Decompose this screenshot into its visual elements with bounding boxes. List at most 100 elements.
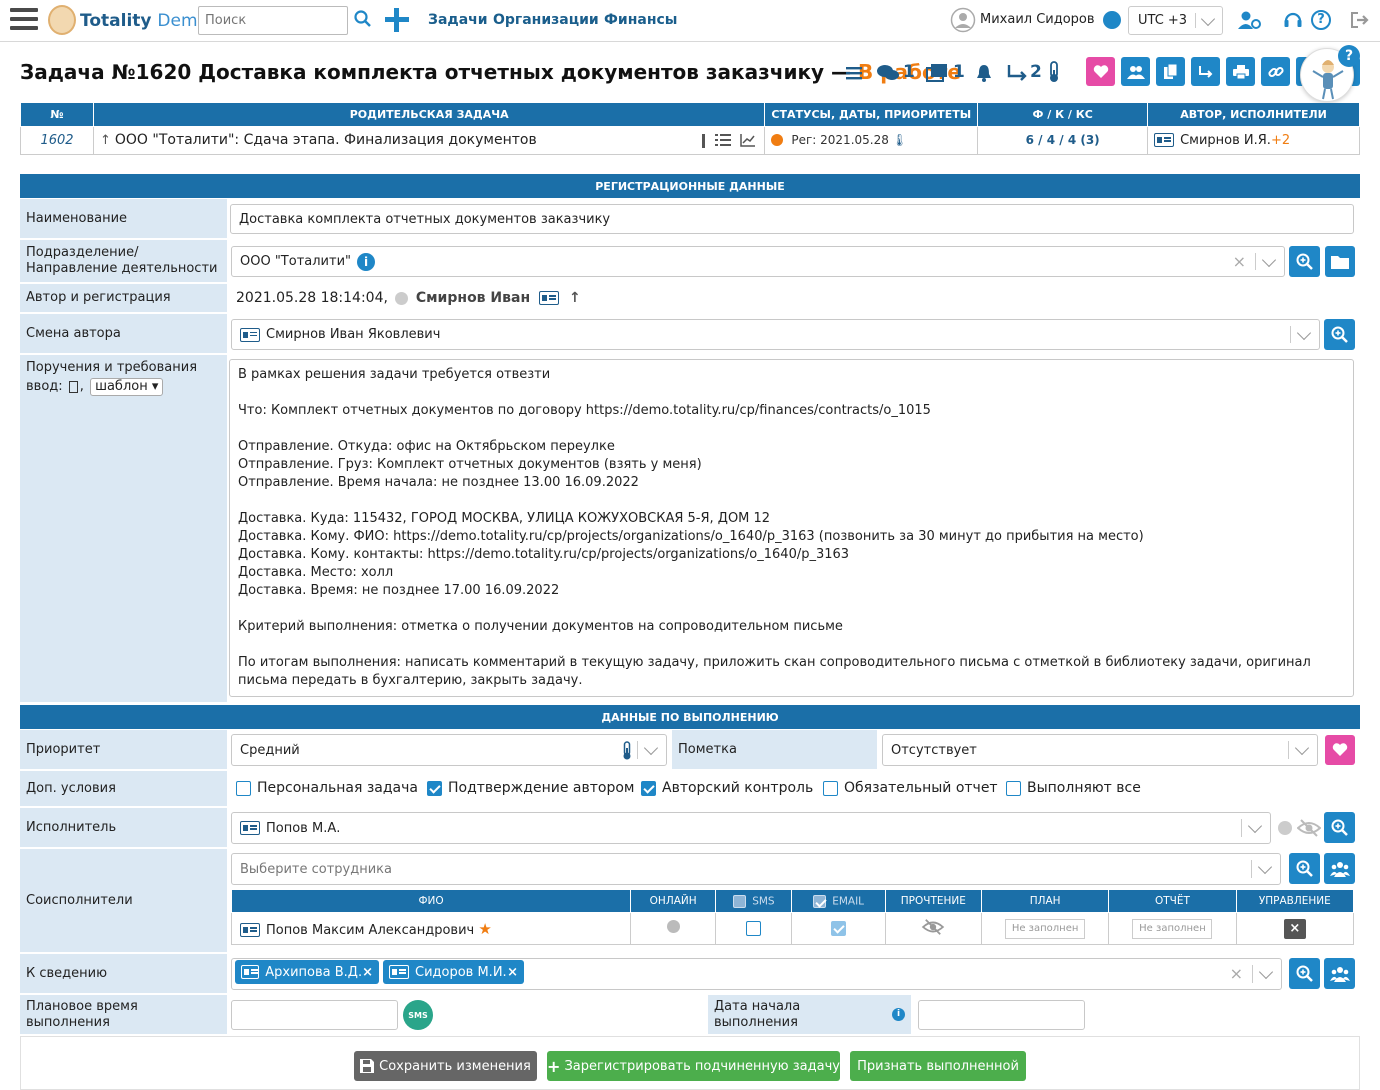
checkbox[interactable] (733, 894, 747, 908)
mark-select[interactable]: Отсутствует (882, 734, 1318, 766)
priority-select[interactable]: Средний (231, 734, 667, 766)
assistant-help-icon[interactable]: ? (1338, 45, 1360, 67)
checkbox[interactable] (831, 921, 847, 936)
author-short[interactable]: Смирнов И.Я. (1180, 133, 1271, 148)
condition-personal[interactable]: Персональная задача (236, 780, 418, 796)
checkbox[interactable] (427, 780, 442, 796)
timezone-select[interactable]: UTC +3 (1128, 6, 1223, 35)
info-search-button[interactable] (1289, 958, 1320, 989)
nav-tasks[interactable]: Задачи (428, 12, 488, 28)
coexecutor-group-button[interactable] (1324, 853, 1355, 884)
remove-button[interactable]: × (1283, 918, 1306, 939)
bell-icon[interactable] (974, 63, 994, 83)
globe-icon[interactable] (1103, 11, 1121, 29)
checkbox[interactable] (641, 780, 656, 796)
register-subtask-button[interactable]: + Зарегистрировать подчиненную задачу (547, 1051, 840, 1081)
remove-tag-icon[interactable]: × (362, 965, 373, 980)
co-name[interactable]: Попов Максим Александрович (266, 923, 474, 938)
brand[interactable]: Totality Demo (80, 11, 208, 31)
search-icon[interactable] (354, 10, 372, 28)
subtasks-icon[interactable] (925, 63, 949, 83)
nav-organizations[interactable]: Организации (493, 12, 599, 28)
checkbox[interactable] (1006, 780, 1021, 796)
add-icon[interactable] (384, 7, 410, 33)
support-icon[interactable] (1283, 10, 1303, 30)
start-date-input[interactable] (918, 1000, 1085, 1030)
comments-count[interactable]: 1 (903, 62, 915, 82)
checkbox[interactable] (823, 780, 838, 796)
info-tag[interactable]: Сидоров М.И. × (383, 960, 524, 984)
user-name[interactable]: Михаил Сидоров (980, 12, 1095, 27)
info-icon[interactable]: i (892, 1008, 905, 1021)
redirects-count[interactable]: 2 (1030, 62, 1042, 82)
info-tag-label: Архипова В.Д. (265, 964, 363, 980)
chart-icon[interactable] (740, 133, 756, 147)
info-icon[interactable]: i (357, 252, 376, 271)
print-button[interactable] (1226, 57, 1255, 86)
checkbox[interactable] (813, 894, 827, 908)
plan-input[interactable]: Не заполнен (1005, 918, 1086, 939)
complete-label: Признать выполненной (857, 1058, 1019, 1074)
user-settings-icon[interactable] (1237, 10, 1261, 30)
division-search-button[interactable] (1289, 246, 1320, 277)
list-icon[interactable] (715, 133, 732, 147)
coexecutor-select[interactable]: Выберите сотрудника (231, 853, 1281, 885)
menu-icon[interactable] (10, 8, 38, 32)
fkks-value[interactable]: 6 / 4 / 4 (3) (977, 125, 1149, 155)
plan-time-input[interactable] (231, 1000, 398, 1030)
checkbox[interactable] (236, 780, 251, 796)
executor-select[interactable]: Попов М.А. (231, 812, 1271, 844)
save-button[interactable]: Сохранить изменения (354, 1051, 537, 1081)
redirect-icon[interactable] (1007, 64, 1029, 82)
contact-card-icon[interactable] (240, 923, 260, 937)
logout-icon[interactable] (1350, 11, 1370, 29)
remove-tag-icon[interactable]: × (507, 965, 518, 980)
forward-button[interactable] (1191, 57, 1220, 86)
name-input[interactable]: Доставка комплекта отчетных документов з… (230, 204, 1354, 234)
up-arrow-icon[interactable]: ↑ (569, 290, 581, 306)
participants-button[interactable] (1121, 57, 1150, 86)
author-extra[interactable]: +2 (1271, 133, 1290, 148)
comments-icon[interactable] (876, 64, 900, 82)
coexecutor-search-button[interactable] (1289, 853, 1320, 884)
division-folder-button[interactable] (1325, 246, 1355, 277)
clear-icon[interactable]: × (1230, 964, 1243, 983)
report-input[interactable]: Не заполнен (1132, 918, 1213, 939)
template-select[interactable]: шаблон ▾ (90, 378, 164, 396)
list-menu-icon[interactable] (846, 65, 862, 81)
condition-author-confirm[interactable]: Подтверждение автором (427, 780, 634, 796)
mark-favorite-button[interactable] (1325, 735, 1355, 765)
division-select[interactable]: ООО "Тоталити" i × (231, 246, 1285, 277)
copy-button[interactable] (1156, 57, 1185, 86)
executor-search-button[interactable] (1324, 812, 1355, 843)
help-icon[interactable]: ? (1311, 10, 1331, 30)
info-tag[interactable]: Архипова В.Д. × (235, 960, 379, 984)
author-full-name[interactable]: Смирнов Иван (416, 290, 530, 306)
contact-card-icon[interactable] (538, 291, 559, 305)
search-input[interactable] (198, 6, 348, 35)
instructions-textarea[interactable]: В рамках решения задачи требуется отвезт… (229, 359, 1354, 697)
parent-task-name[interactable]: ООО "Тоталити": Сдача этапа. Финализация… (115, 132, 537, 148)
condition-all-execute[interactable]: Выполняют все (1006, 780, 1141, 796)
change-author-search-button[interactable] (1324, 319, 1355, 350)
info-icon[interactable] (702, 133, 706, 148)
favorite-button[interactable] (1086, 57, 1115, 86)
checkbox[interactable] (746, 921, 762, 936)
thermometer-icon[interactable] (1048, 61, 1060, 83)
link-button[interactable] (1261, 57, 1290, 86)
sms-icon-label: SMS (408, 1010, 428, 1020)
condition-author-control[interactable]: Авторский контроль (641, 780, 813, 796)
nav-finances[interactable]: Финансы (604, 12, 677, 28)
condition-label: Выполняют все (1027, 780, 1141, 796)
clear-icon[interactable]: × (1233, 252, 1246, 271)
condition-required-report[interactable]: Обязательный отчет (823, 780, 998, 796)
sms-icon[interactable]: SMS (403, 1000, 433, 1030)
parent-number[interactable]: 1602 (20, 125, 94, 155)
complete-button[interactable]: Признать выполненной (850, 1051, 1026, 1081)
document-icon[interactable] (68, 380, 78, 393)
user-avatar-icon[interactable] (950, 7, 976, 33)
eye-slash-icon[interactable] (1296, 818, 1322, 838)
subtasks-count[interactable]: 1 (953, 62, 965, 82)
info-group-button[interactable] (1324, 958, 1355, 989)
change-author-select[interactable]: Смирнов Иван Яковлевич (231, 319, 1320, 350)
